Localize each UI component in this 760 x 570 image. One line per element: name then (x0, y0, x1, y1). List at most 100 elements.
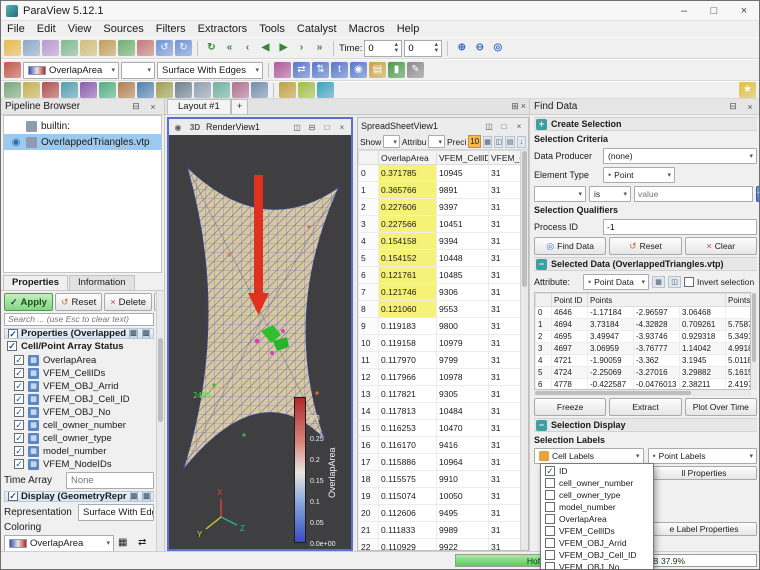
spreadsheet-row[interactable]: 10 0.119158 10979 31 (358, 334, 523, 352)
rescale-visible-icon[interactable]: ◉ (350, 62, 367, 78)
undo-icon[interactable]: ↺ (156, 40, 173, 56)
find-data-button[interactable]: ◎ Find Data (534, 237, 607, 255)
freeze-button[interactable]: Freeze (534, 398, 607, 416)
render-view[interactable]: ◉ 3D RenderView1 ◫ ⊟ □ × X Y Z 2485 0.3 … (167, 117, 353, 551)
label-menu-item[interactable]: model_number (541, 501, 653, 513)
spreadsheet-column-header[interactable]: OverlapArea (378, 150, 437, 165)
menu-file[interactable]: File (1, 23, 31, 35)
checkbox-icon[interactable]: ✓ (14, 459, 24, 470)
selection-display-header[interactable]: − Selection Display (534, 418, 757, 432)
search-input[interactable] (4, 313, 154, 326)
label-menu-item[interactable]: VFEM_OBJ_No (541, 561, 653, 569)
save-screenshot-icon[interactable] (42, 40, 59, 56)
selected-data-row[interactable]: 346973.06959-3.767771.140424.99189 (535, 342, 750, 355)
color-legend-bar[interactable] (294, 397, 306, 543)
array-row[interactable]: ✓ ▦ cell_owner_type (4, 432, 154, 445)
spreadsheet-row[interactable]: 17 0.115886 10964 31 (358, 453, 523, 471)
spreadsheet-column-header[interactable]: VFEM_OBJ_ (488, 150, 523, 165)
show-color-legend-icon[interactable]: ▮ (388, 62, 405, 78)
spreadsheet-row[interactable]: 13 0.117821 9305 31 (358, 385, 523, 403)
plot-over-line-filter-icon[interactable] (232, 82, 249, 98)
menu-tools[interactable]: Tools (253, 23, 291, 35)
selected-data-row[interactable]: 54724-2.25069-3.270163.298825.16152 (535, 366, 750, 379)
spreadsheet-row[interactable]: 18 0.115575 9910 31 (358, 470, 523, 488)
first-frame-icon[interactable]: « (221, 40, 238, 56)
edit-color-map-icon[interactable]: ▦ (118, 536, 134, 550)
checkbox-icon[interactable] (545, 478, 555, 488)
probe-location-filter-icon[interactable] (251, 82, 268, 98)
calculator-filter-icon[interactable] (4, 82, 21, 98)
glyph-filter-icon[interactable] (118, 82, 135, 98)
selected-data-header[interactable]: − Selected Data (OverlappedTriangles.vtp… (534, 257, 757, 271)
data-producer-combo[interactable]: (none) ▾ (603, 147, 757, 164)
array-row[interactable]: ✓ ▦ cell_owner_number (4, 419, 154, 432)
disconnect-server-icon[interactable] (137, 40, 154, 56)
component-combo[interactable]: ▾ (121, 61, 155, 79)
label-menu-item[interactable]: VFEM_OBJ_Cell_ID (541, 549, 653, 561)
spreadsheet-row[interactable]: 22 0.110929 9922 31 (358, 538, 523, 550)
tab-information[interactable]: Information (69, 275, 135, 290)
checkbox-icon[interactable] (545, 526, 555, 536)
array-row[interactable]: ✓ ▦ VFEM_CellIDs (4, 367, 154, 380)
undock-icon[interactable]: ⊟ (129, 101, 143, 112)
checkbox-icon[interactable]: ✓ (14, 381, 24, 392)
menu-edit[interactable]: Edit (31, 23, 62, 35)
query-operator-combo[interactable]: is ▾ (589, 185, 631, 202)
process-id-input[interactable] (603, 218, 757, 235)
query-value-input[interactable] (634, 185, 753, 202)
label-menu-item[interactable]: cell_owner_number (541, 477, 653, 489)
scrollbar-thumb[interactable] (158, 338, 163, 422)
spreadsheet-row[interactable]: 16 0.116170 9416 31 (358, 436, 523, 454)
rescale-temporal-icon[interactable]: t (331, 62, 348, 78)
previous-frame-icon[interactable]: ‹ (239, 40, 256, 56)
toggle-field-data-icon[interactable]: ▤ (505, 135, 515, 148)
zoom-to-data-icon[interactable]: ◎ (489, 40, 506, 56)
spreadsheet-row[interactable]: 4 0.154158 9394 31 (358, 232, 523, 250)
column-header-point-id[interactable]: Point ID (551, 293, 588, 307)
create-selection-header[interactable]: + Create Selection (534, 117, 757, 131)
last-frame-icon[interactable]: » (311, 40, 328, 56)
label-menu-item[interactable]: ✓ ID (541, 465, 653, 477)
color-array-combo[interactable]: OverlapArea ▾ (23, 61, 119, 79)
plot-over-time-button[interactable]: Plot Over Time (684, 398, 757, 416)
split-vertical-icon[interactable]: ⊟ (306, 123, 318, 132)
zoom-out-icon[interactable]: ⊖ (471, 40, 488, 56)
add-layout-tab-button[interactable]: + (230, 99, 249, 114)
point-labels-combo[interactable]: • Point Labels ▾ (647, 448, 757, 464)
pipeline-item[interactable]: ◉ OverlappedTriangles.vtp (4, 134, 161, 150)
label-menu-item[interactable]: cell_owner_type (541, 489, 653, 501)
selected-data-row[interactable]: 64778-0.422587-0.04760132.382112.41977 (535, 378, 750, 389)
precision-spinbox[interactable]: 10 (468, 135, 481, 148)
spreadsheet-row[interactable]: 6 0.121761 10485 31 (358, 266, 523, 284)
spreadsheet-row[interactable]: 9 0.119183 9800 31 (358, 317, 523, 335)
scrollbar-thumb[interactable] (752, 293, 756, 362)
array-row[interactable]: ✓ ▦ model_number (4, 445, 154, 458)
time-value-input[interactable] (365, 42, 392, 54)
selected-data-row[interactable]: 246953.49947-3.937460.9293185.34916 (535, 330, 750, 343)
extract-block-filter-icon[interactable] (194, 82, 211, 98)
rescale-custom-range-icon[interactable]: ⇅ (312, 62, 329, 78)
scrollbar-thumb[interactable] (522, 151, 527, 287)
pipeline-item[interactable]: builtin: (4, 118, 161, 134)
spreadsheet-row[interactable]: 7 0.121746 9306 31 (358, 283, 523, 301)
representation-combo[interactable]: Surface With Edges ▾ (157, 61, 263, 79)
menu-catalyst[interactable]: Catalyst (291, 23, 343, 35)
paste-display-icon[interactable]: ▥ (142, 491, 151, 501)
menu-macros[interactable]: Macros (343, 23, 391, 35)
edit-color-map-icon[interactable] (274, 62, 291, 78)
spreadsheet-row[interactable]: 0 0.371785 10945 31 (358, 164, 523, 182)
load-state-icon[interactable] (80, 40, 97, 56)
time-index-input[interactable] (405, 42, 432, 54)
ruler-icon[interactable] (279, 82, 296, 98)
menu-help[interactable]: Help (391, 23, 426, 35)
reset-button[interactable]: ↺ Reset (54, 293, 103, 311)
zoom-in-icon[interactable]: ⊕ (453, 40, 470, 56)
visibility-eye-icon[interactable]: ◉ (10, 137, 22, 148)
attribute-combo[interactable]: • Point Data ▾ (583, 273, 649, 290)
render-canvas[interactable]: X Y Z 2485 0.3 0.25 0.2 0.15 0.1 0.05 0.0e+00 … (169, 135, 351, 549)
save-state-icon[interactable] (99, 40, 116, 56)
spreadsheet-row[interactable]: 11 0.117970 9799 31 (358, 351, 523, 369)
extract-subset-filter-icon[interactable] (99, 82, 116, 98)
group-datasets-filter-icon[interactable] (175, 82, 192, 98)
maximize-view-icon[interactable]: □ (498, 122, 510, 131)
